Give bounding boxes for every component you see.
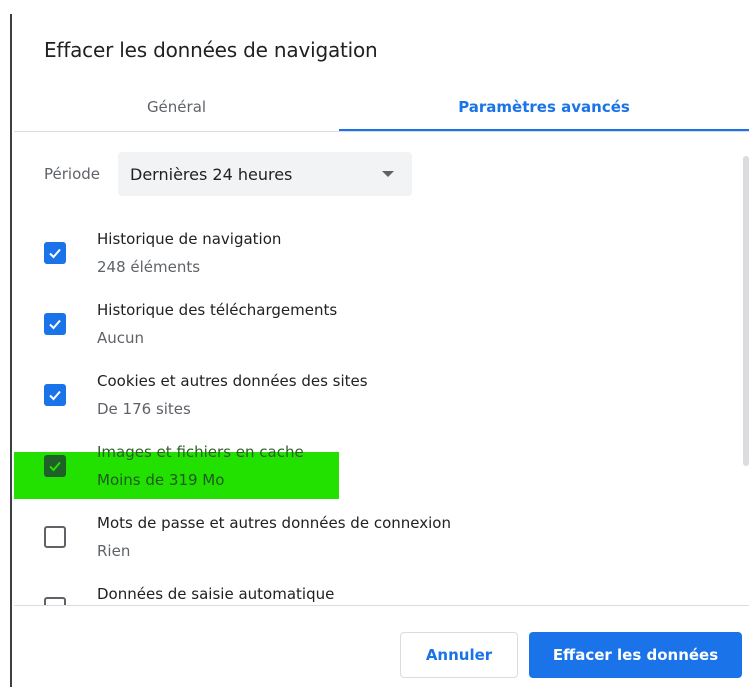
checkbox-cached-images[interactable] <box>44 455 66 477</box>
tab-bar: Général Paramètres avancés <box>14 84 749 132</box>
checkbox-passwords[interactable] <box>44 526 66 548</box>
option-label: Mots de passe et autres données de conne… <box>97 514 451 532</box>
checkbox-cookies[interactable] <box>44 384 66 406</box>
option-detail: 248 éléments <box>97 258 201 276</box>
option-passwords[interactable]: Mots de passe et autres données de conne… <box>42 514 742 574</box>
checkbox-download-history[interactable] <box>44 313 66 335</box>
dialog-title: Effacer les données de navigation <box>44 38 378 62</box>
check-icon <box>49 461 61 472</box>
clear-browsing-data-dialog: Effacer les données de navigation Généra… <box>0 0 749 687</box>
check-icon <box>49 248 61 259</box>
option-detail: De 176 sites <box>97 400 191 418</box>
checkbox-browsing-history[interactable] <box>44 242 66 264</box>
option-browsing-history[interactable]: Historique de navigation 248 éléments <box>42 230 742 290</box>
period-row: Période Dernières 24 heures <box>44 152 413 196</box>
option-detail: Aucun <box>97 329 145 347</box>
period-label: Période <box>44 165 101 183</box>
option-label: Historique de navigation <box>97 230 282 248</box>
option-label: Cookies et autres données des sites <box>97 372 368 390</box>
clear-data-button[interactable]: Effacer les données <box>529 632 742 678</box>
period-selected-value: Dernières 24 heures <box>130 164 293 184</box>
option-detail: Rien <box>97 542 131 560</box>
check-icon <box>49 319 61 330</box>
cancel-button[interactable]: Annuler <box>400 632 518 678</box>
option-label: Historique des téléchargements <box>97 301 338 319</box>
option-cached-images[interactable]: Images et fichiers en cache Moins de 319… <box>42 443 742 503</box>
tab-advanced[interactable]: Paramètres avancés <box>339 84 749 130</box>
option-autofill[interactable]: Données de saisie automatique <box>42 585 742 606</box>
footer-divider <box>14 605 749 606</box>
option-detail: Moins de 319 Mo <box>97 471 225 489</box>
check-icon <box>49 390 61 401</box>
option-cookies[interactable]: Cookies et autres données des sites De 1… <box>42 372 742 432</box>
window-edge <box>10 14 12 687</box>
dropdown-caret-icon <box>382 171 395 177</box>
option-download-history[interactable]: Historique des téléchargements Aucun <box>42 301 742 361</box>
option-label: Images et fichiers en cache <box>97 443 304 461</box>
tab-general[interactable]: Général <box>14 84 339 130</box>
option-label: Données de saisie automatique <box>97 585 335 603</box>
period-dropdown[interactable]: Dernières 24 heures <box>118 152 413 196</box>
options-scroll-area[interactable]: Période Dernières 24 heures Historique d… <box>14 132 749 606</box>
scrollbar-thumb[interactable] <box>743 156 749 466</box>
